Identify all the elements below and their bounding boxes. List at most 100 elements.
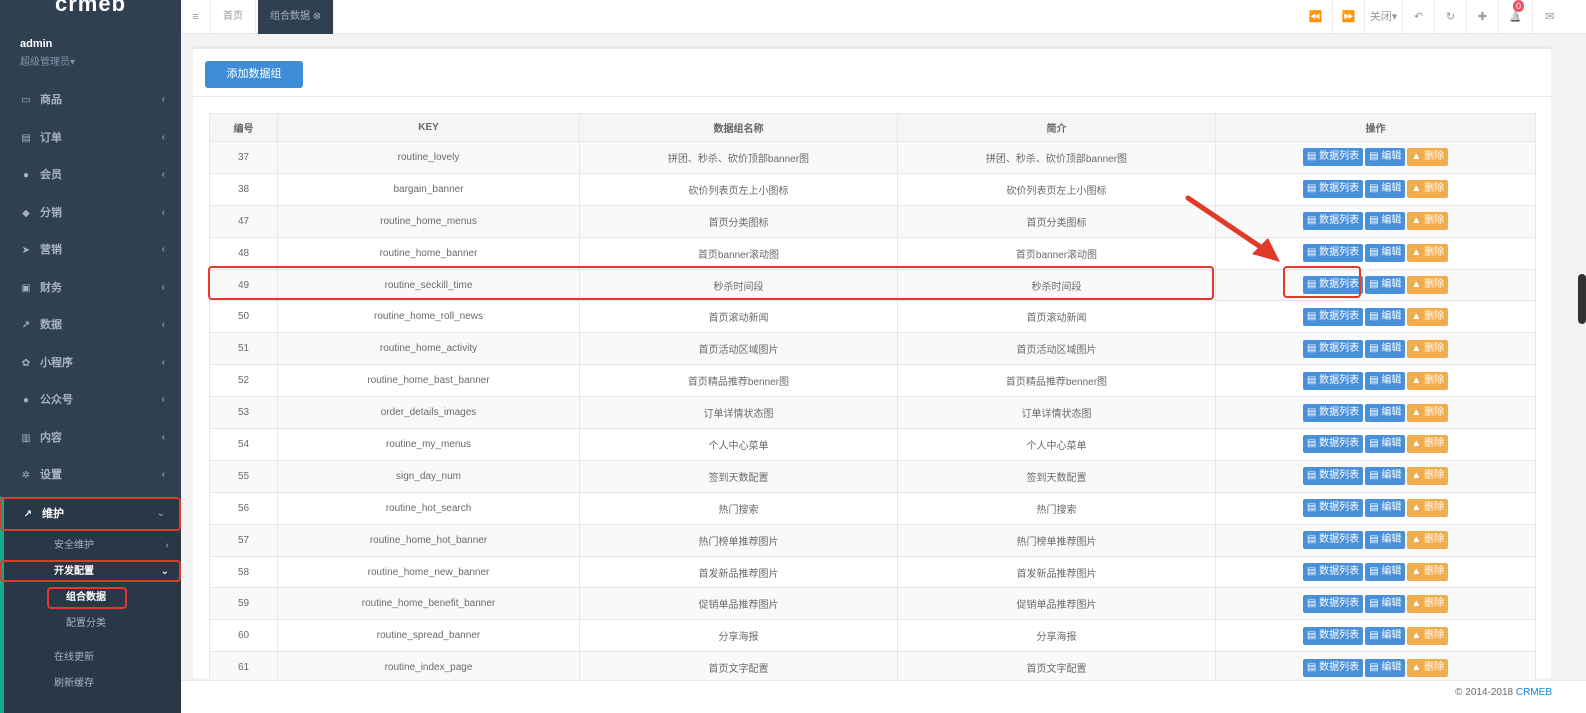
data-list-button[interactable]: ▤ 数据列表 bbox=[1302, 658, 1364, 677]
sidebar-subitem-refresh-cache[interactable]: 刷新缓存 bbox=[0, 671, 181, 697]
delete-button[interactable]: ▲ 删除 bbox=[1407, 435, 1449, 454]
sidebar-item-3[interactable]: ● 会员 ‹ bbox=[0, 156, 181, 194]
edit-button[interactable]: ▤ 编辑 bbox=[1365, 594, 1406, 613]
delete-button[interactable]: ▲ 删除 bbox=[1407, 403, 1449, 422]
delete-button[interactable]: ▲ 删除 bbox=[1407, 467, 1449, 486]
cell-key: routine_home_hot_banner bbox=[277, 523, 580, 557]
scrollbar-thumb[interactable] bbox=[1578, 274, 1586, 324]
delete-button[interactable]: ▲ 删除 bbox=[1407, 531, 1449, 550]
edit-button[interactable]: ▤ 编辑 bbox=[1365, 339, 1406, 358]
sidebar-item-8[interactable]: ✿ 小程序 ‹ bbox=[0, 344, 181, 382]
sidebar-item-5[interactable]: ➤ 营销 ‹ bbox=[0, 231, 181, 269]
sidebar-subitem-security[interactable]: 安全维护 ‹ bbox=[0, 533, 181, 559]
edit-button[interactable]: ▤ 编辑 bbox=[1365, 467, 1406, 486]
delete-button[interactable]: ▲ 删除 bbox=[1407, 339, 1449, 358]
edit-button[interactable]: ▤ 编辑 bbox=[1365, 371, 1406, 390]
edit-button[interactable]: ▤ 编辑 bbox=[1365, 563, 1406, 582]
sidebar-item-7[interactable]: ↗ 数据 ‹ bbox=[0, 306, 181, 344]
fullscreen-icon[interactable]: ✚ bbox=[1467, 0, 1499, 34]
tabs-back-icon[interactable]: ⏪ bbox=[1299, 0, 1333, 34]
data-list-button[interactable]: ▤ 数据列表 bbox=[1302, 371, 1364, 390]
edit-button[interactable]: ▤ 编辑 bbox=[1365, 244, 1406, 263]
tab-home[interactable]: 首页 bbox=[211, 0, 256, 34]
undo-icon[interactable]: ↶ bbox=[1403, 0, 1435, 34]
sidebar-item-label: 设置 bbox=[40, 469, 62, 481]
edit-button[interactable]: ▤ 编辑 bbox=[1365, 531, 1406, 550]
cell-id: 51 bbox=[209, 332, 278, 366]
data-list-button[interactable]: ▤ 数据列表 bbox=[1302, 467, 1364, 486]
delete-button[interactable]: ▲ 删除 bbox=[1407, 499, 1449, 518]
column-header-name: 数据组名称 bbox=[579, 113, 898, 142]
data-list-button[interactable]: ▤ 数据列表 bbox=[1302, 626, 1364, 645]
add-data-group-button[interactable]: 添加数据组 bbox=[205, 61, 303, 88]
sidebar-submenu-bg bbox=[0, 697, 181, 713]
sidebar-item-10[interactable]: ▥ 内容 ‹ bbox=[0, 419, 181, 457]
page-scrollbar[interactable] bbox=[1568, 36, 1586, 676]
sidebar-item-11[interactable]: ✲ 设置 ‹ bbox=[0, 456, 181, 494]
table-row: 60 routine_spread_banner 分享海报 分享海报 ▤ 数据列表 ▤ 编… bbox=[209, 619, 1536, 653]
delete-button[interactable]: ▲ 删除 bbox=[1407, 307, 1449, 326]
delete-button[interactable]: ▲ 删除 bbox=[1407, 658, 1449, 677]
highlight-row-annotation bbox=[208, 266, 1214, 300]
cell-key: routine_index_page bbox=[277, 651, 580, 685]
cell-id: 55 bbox=[209, 459, 278, 493]
brand-link[interactable]: CRMEB bbox=[1516, 687, 1552, 698]
delete-button[interactable]: ▲ 删除 bbox=[1407, 148, 1449, 167]
edit-button[interactable]: ▤ 编辑 bbox=[1365, 212, 1406, 231]
delete-button[interactable]: ▲ 删除 bbox=[1407, 276, 1449, 294]
data-list-button[interactable]: ▤ 数据列表 bbox=[1302, 180, 1364, 199]
data-list-button[interactable]: ▤ 数据列表 bbox=[1302, 531, 1364, 550]
data-list-button[interactable]: ▤ 数据列表 bbox=[1302, 212, 1364, 231]
data-list-button[interactable]: ▤ 数据列表 bbox=[1302, 435, 1364, 454]
data-list-button[interactable]: ▤ 数据列表 bbox=[1302, 594, 1364, 613]
data-list-button[interactable]: ▤ 数据列表 bbox=[1302, 307, 1364, 326]
edit-button[interactable]: ▤ 编辑 bbox=[1365, 403, 1406, 422]
edit-button[interactable]: ▤ 编辑 bbox=[1365, 626, 1406, 645]
cell-name: 首页活动区域图片 bbox=[579, 332, 898, 366]
edit-button[interactable]: ▤ 编辑 bbox=[1365, 180, 1406, 199]
delete-button[interactable]: ▲ 删除 bbox=[1407, 563, 1449, 582]
cell-key: bargain_banner bbox=[277, 172, 580, 206]
close-tabs-dropdown[interactable]: 关闭▾ bbox=[1365, 0, 1403, 34]
edit-button[interactable]: ▤ 编辑 bbox=[1365, 148, 1406, 167]
cell-id: 37 bbox=[209, 141, 278, 174]
sidebar-item-9[interactable]: ● 公众号 ‹ bbox=[0, 381, 181, 419]
edit-button[interactable]: ▤ 编辑 bbox=[1365, 435, 1406, 454]
edit-button[interactable]: ▤ 编辑 bbox=[1365, 276, 1406, 294]
notification-bell[interactable]: 🔔 0 bbox=[1499, 0, 1533, 34]
sidebar-item-icon: ● bbox=[22, 170, 30, 181]
tabs-forward-icon[interactable]: ⏩ bbox=[1333, 0, 1365, 34]
delete-button[interactable]: ▲ 删除 bbox=[1407, 180, 1449, 199]
delete-button[interactable]: ▲ 删除 bbox=[1407, 212, 1449, 231]
sidebar-item-1[interactable]: ▭ 商品 ‹ bbox=[0, 81, 181, 119]
delete-button[interactable]: ▲ 删除 bbox=[1407, 371, 1449, 390]
data-list-button[interactable]: ▤ 数据列表 bbox=[1302, 403, 1364, 422]
sidebar-item-6[interactable]: ▣ 财务 ‹ bbox=[0, 269, 181, 307]
sidebar-subitem-online-update[interactable]: 在线更新 bbox=[0, 645, 181, 671]
data-list-button[interactable]: ▤ 数据列表 bbox=[1302, 563, 1364, 582]
user-role-dropdown[interactable]: 超级管理员▾ bbox=[20, 53, 161, 68]
delete-button[interactable]: ▲ 删除 bbox=[1407, 594, 1449, 613]
edit-button[interactable]: ▤ 编辑 bbox=[1365, 307, 1406, 326]
chevron-left-icon: ‹ bbox=[161, 132, 165, 143]
menu-toggle-icon[interactable]: ≡ bbox=[181, 0, 211, 34]
edit-button[interactable]: ▤ 编辑 bbox=[1365, 658, 1406, 677]
sidebar-item-4[interactable]: ◆ 分销 ‹ bbox=[0, 194, 181, 232]
sidebar-item-2[interactable]: ▤ 订单 ‹ bbox=[0, 119, 181, 157]
sidebar-subitem-config-cat[interactable]: 配置分类 bbox=[0, 611, 181, 637]
cell-actions: ▤ 数据列表 ▤ 编辑 ▲ 删除 bbox=[1215, 428, 1536, 461]
data-list-button[interactable]: ▤ 数据列表 bbox=[1302, 339, 1364, 358]
cell-actions: ▤ 数据列表 ▤ 编辑 ▲ 删除 bbox=[1215, 396, 1536, 430]
data-list-button[interactable]: ▤ 数据列表 bbox=[1302, 148, 1364, 167]
refresh-icon[interactable]: ↻ bbox=[1435, 0, 1467, 34]
delete-button[interactable]: ▲ 删除 bbox=[1407, 244, 1449, 263]
cell-key: sign_day_num bbox=[277, 459, 580, 493]
data-list-button[interactable]: ▤ 数据列表 bbox=[1302, 499, 1364, 518]
data-list-button[interactable]: ▤ 数据列表 bbox=[1302, 244, 1364, 263]
tab-combo-data[interactable]: 组合数据 ⊗ bbox=[258, 0, 335, 34]
edit-button[interactable]: ▤ 编辑 bbox=[1365, 499, 1406, 518]
message-icon[interactable]: ✉ bbox=[1533, 0, 1567, 34]
cell-id: 54 bbox=[209, 428, 278, 461]
notification-count-badge: 0 bbox=[1513, 0, 1525, 12]
delete-button[interactable]: ▲ 删除 bbox=[1407, 626, 1449, 645]
